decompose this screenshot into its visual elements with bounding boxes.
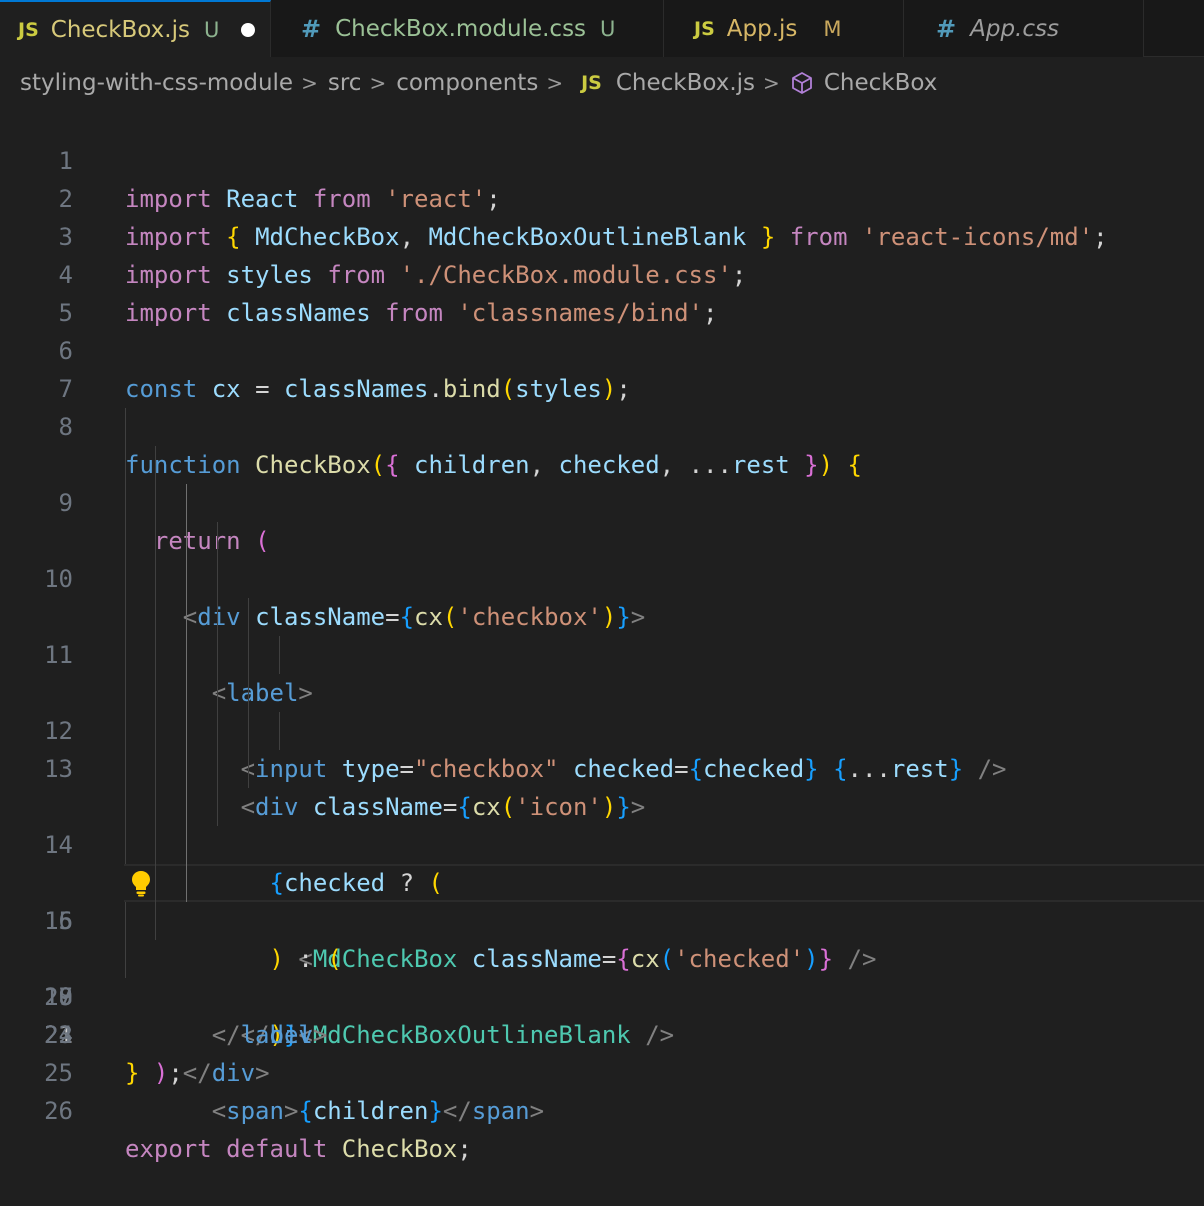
code-line: 23 ); [0, 940, 1204, 1087]
tab-bar: JS CheckBox.js U # CheckBox.module.css U… [0, 0, 1204, 57]
code-line: 11 <label> [0, 484, 1204, 707]
js-file-icon: JS [18, 18, 39, 41]
code-line: 12 <input type="checkbox" checked={check… [0, 522, 1204, 783]
code-line: 24 } [0, 978, 1204, 1087]
breadcrumb: styling-with-css-module > src > componen… [20, 62, 937, 104]
css-file-icon: # [301, 14, 322, 43]
code-line: 1 import React from 'react'; [0, 104, 1204, 213]
unsaved-dot-icon[interactable] [241, 22, 256, 37]
tab-bar-empty-space [1144, 0, 1204, 56]
git-status-badge: U [600, 16, 616, 41]
code-line-current: 21 <span>{children}</span> [0, 864, 1204, 1125]
line-content: <span>{children}</span> [211, 1097, 545, 1125]
git-status-badge: U [203, 17, 220, 42]
css-file-icon: # [936, 14, 957, 43]
lightbulb-icon[interactable] [128, 869, 154, 897]
chevron-right-icon: > [763, 71, 780, 95]
code-line: 2 import { MdCheckBox, MdCheckBoxOutline… [0, 142, 1204, 251]
code-line: 25 [0, 1016, 1204, 1087]
tab-app-css[interactable]: # App.css [904, 0, 1144, 57]
code-line: 16 ) : ( [0, 674, 1204, 973]
breadcrumb-item-src[interactable]: src [328, 70, 362, 96]
code-line: 9 return ( [0, 408, 1204, 555]
code-line: 5 [0, 256, 1204, 327]
code-line: 20 </label> [0, 826, 1204, 1049]
chevron-right-icon: > [546, 71, 564, 95]
tab-label: App.css [970, 15, 1059, 42]
chevron-right-icon: > [369, 71, 387, 95]
code-line: 4 import classNames from 'classnames/bin… [0, 218, 1204, 327]
code-line: 19 </div> [0, 788, 1204, 1049]
code-line: 8 function CheckBox({ children, checked,… [0, 370, 1204, 479]
line-number: 26 [44, 1097, 73, 1125]
breadcrumb-item-components[interactable]: components [396, 70, 538, 96]
tab-label: App.js [726, 15, 798, 42]
code-line: 6 const cx = classNames.bind(styles); [0, 294, 1204, 403]
breadcrumb-item-file[interactable]: CheckBox.js [616, 70, 755, 96]
symbol-class-cube-icon [791, 72, 812, 94]
tab-checkbox-module-css[interactable]: # CheckBox.module.css U [271, 0, 664, 57]
tab-label: CheckBox.module.css [335, 15, 587, 42]
code-line: 10 <div className={cx('checkbox')}> [0, 446, 1204, 631]
line-content: export default CheckBox; [125, 1135, 472, 1163]
js-file-icon: JS [581, 72, 602, 94]
current-line-highlight [124, 864, 1204, 902]
code-line: 3 import styles from './CheckBox.module.… [0, 180, 1204, 289]
tab-app-js[interactable]: JS App.js M [664, 0, 904, 57]
code-line: 26 export default CheckBox; [0, 1054, 1204, 1163]
code-line: 7 [0, 332, 1204, 403]
code-line: 18 )} [0, 750, 1204, 1049]
breadcrumb-item-project[interactable]: styling-with-css-module [20, 70, 293, 96]
tab-checkbox-js[interactable]: JS CheckBox.js U [0, 0, 271, 57]
code-line: 15 <MdCheckBox className={cx('checked')}… [0, 636, 1204, 973]
git-status-badge: M [823, 16, 842, 41]
code-line: 17 <MdCheckBoxOutlineBlank /> [0, 712, 1204, 1049]
code-line: 13 <div className={cx('icon')}> [0, 560, 1204, 821]
chevron-right-icon: > [301, 71, 318, 95]
breadcrumb-item-symbol[interactable]: CheckBox [824, 70, 938, 96]
code-line: 14 {checked ? ( [0, 598, 1204, 897]
code-line: 22 </div> [0, 902, 1204, 1087]
code-editor[interactable]: 1 import React from 'react'; 2 import { … [0, 104, 1204, 1163]
js-file-icon: JS [694, 17, 715, 40]
tab-label: CheckBox.js [50, 16, 190, 43]
